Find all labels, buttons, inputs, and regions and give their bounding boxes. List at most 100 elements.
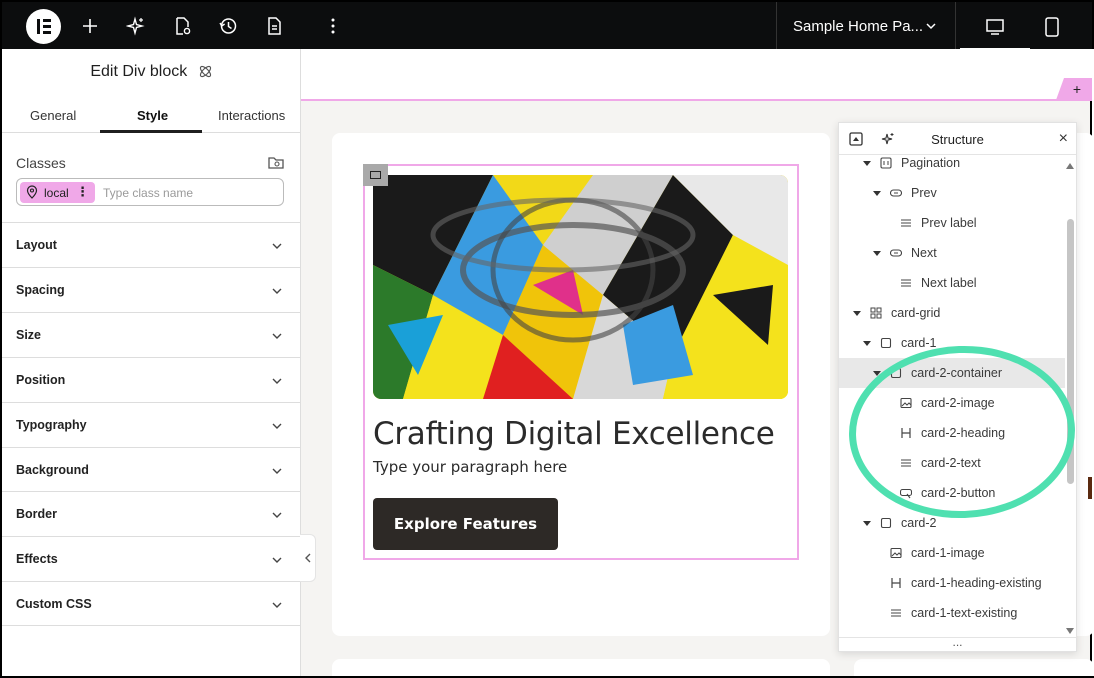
history-icon[interactable] [217,15,239,37]
tree-node-label: card-2-heading [921,426,1006,440]
section-border[interactable]: Border [2,491,301,536]
section-label: Position [16,373,66,387]
mobile-icon[interactable] [1017,2,1087,51]
chevron-down-icon [272,333,282,339]
tree-node-card-2[interactable]: card-2 [839,508,1065,538]
card-2-button[interactable]: Explore Features [373,498,558,550]
section-position[interactable]: Position [2,357,301,402]
elementor-logo[interactable] [26,9,61,44]
class-chip-label: local [44,185,69,200]
tree-node-label: Prev label [921,216,977,230]
section-label: Size [16,328,42,342]
text-lines-icon [901,279,911,287]
section-background[interactable]: Background [2,447,301,492]
chevron-down-icon [272,557,282,563]
text-lines-icon [891,609,901,617]
section-label: Spacing [16,283,65,297]
tree-node-card-2-heading[interactable]: card-2-heading [839,418,1065,448]
document-icon[interactable] [263,15,285,37]
chevron-down-icon [272,512,282,518]
section-spacing[interactable]: Spacing [2,267,301,312]
ai-sparkle-icon[interactable] [125,15,147,37]
tree-node-label: card-2-image [921,396,995,410]
add-icon[interactable] [79,15,101,37]
div-block-badge-icon[interactable] [363,164,388,186]
tree-node-card-grid[interactable]: card-grid [839,298,1065,328]
structure-panel: Structure × Pagination Prev Prev label N… [838,122,1077,652]
location-pin-icon [26,185,38,199]
section-label: Custom CSS [16,597,92,611]
tree-node-card-1-text-existing[interactable]: card-1-text-existing [839,598,1065,628]
class-chip[interactable]: local ⋮ [20,182,95,203]
frame-border [0,0,2,678]
tree-node-card-1[interactable]: card-1 [839,328,1065,358]
classes-label: Classes [16,155,66,171]
atom-icon [199,65,211,78]
panel-title-text: Edit Div block [90,63,188,80]
tree-node-card-2-container[interactable]: card-2-container [839,358,1065,388]
text-lines-icon [901,459,911,467]
tree-node-label: card-2 [901,516,937,530]
tree-node-label: card-2-button [921,486,996,500]
tree-node-next-label[interactable]: Next label [839,268,1065,298]
canvas-header-section[interactable]: + [301,49,1092,101]
tab-interactions[interactable]: Interactions [218,108,285,123]
structure-scrollbar[interactable] [1067,219,1074,484]
add-section-button[interactable]: + [1056,78,1092,100]
tree-node-next[interactable]: Next [839,238,1065,268]
section-effects[interactable]: Effects [2,536,301,581]
grid-icon [870,307,882,319]
close-icon[interactable]: × [1059,130,1068,148]
tree-node-card-1-heading-existing[interactable]: card-1-heading-existing [839,568,1065,598]
card-2-heading[interactable]: Crafting Digital Excellence [373,416,775,452]
active-tab-indicator [100,130,202,133]
tab-style[interactable]: Style [137,108,168,123]
div-block-icon [890,367,902,379]
button-icon [890,189,902,197]
scroll-down-arrow[interactable] [1066,628,1074,634]
image-icon [900,397,912,409]
structure-resize-handle[interactable]: ... [839,636,1076,652]
button-icon [890,249,902,257]
edit-panel: Edit Div block General Style Interaction… [0,49,301,678]
section-label: Typography [16,418,87,432]
class-input[interactable]: local ⋮ Type class name [16,178,284,206]
page-selector[interactable]: Sample Home Pa... [776,2,956,51]
chevron-down-icon [272,243,282,249]
section-size[interactable]: Size [2,312,301,357]
card-2-text[interactable]: Type your paragraph here [373,458,567,476]
tree-node-label: card-1-image [911,546,985,560]
tree-node-card-2-button[interactable]: card-2-button [839,478,1065,508]
tree-node-label: card-1 [901,336,937,350]
structure-header: Structure × [839,123,1076,155]
section-layout[interactable]: Layout [2,222,301,267]
pagination-icon [880,157,892,169]
chevron-down-icon [272,602,282,608]
heading-icon [891,578,901,588]
tree-node-card-2-text[interactable]: card-2-text [839,448,1065,478]
page-settings-icon[interactable] [171,15,193,37]
partial-image-edge [1088,477,1092,499]
structure-tree: Pagination Prev Prev label Next Next lab… [839,155,1076,637]
tree-node-pagination[interactable]: Pagination [839,155,1065,178]
tree-node-card-2-image[interactable]: card-2-image [839,388,1065,418]
section-label: Effects [16,552,58,566]
chip-menu-icon[interactable]: ⋮ [76,184,89,200]
tree-node-label: card-1-text-existing [911,606,1018,620]
tree-node-prev[interactable]: Prev [839,178,1065,208]
text-lines-icon [901,219,911,227]
section-label: Layout [16,238,57,252]
section-typography[interactable]: Typography [2,402,301,447]
collapse-panel-button[interactable] [300,534,316,582]
section-custom-css[interactable]: Custom CSS [2,581,301,626]
tree-node-prev-label[interactable]: Prev label [839,208,1065,238]
tree-node-card-1-image[interactable]: card-1-image [839,538,1065,568]
chevron-down-icon [272,468,282,474]
tree-node-label: card-grid [891,306,941,320]
chevron-down-icon [926,23,936,30]
scroll-up-arrow[interactable] [1066,163,1074,169]
tab-general[interactable]: General [30,108,76,123]
panel-tabs: General Style Interactions [2,99,301,133]
class-manager-icon[interactable] [268,155,284,170]
more-vertical-icon[interactable] [322,15,344,37]
